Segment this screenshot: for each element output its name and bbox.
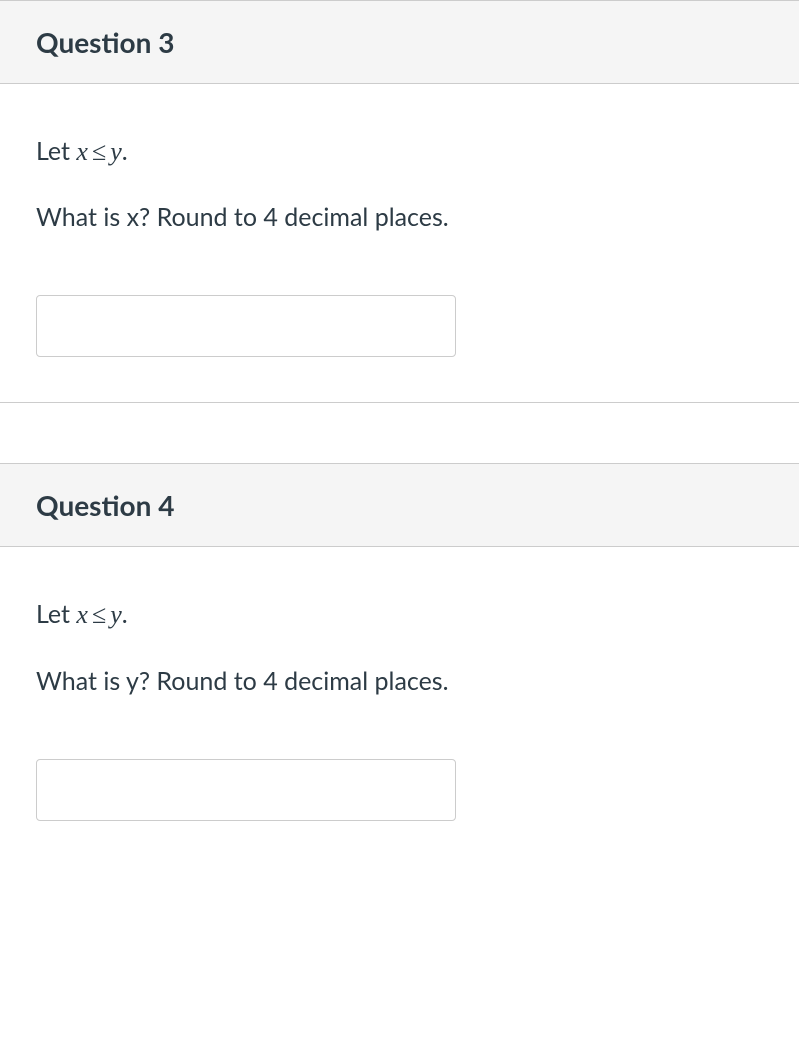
question-prompt: What is y? Round to 4 decimal places. (36, 664, 763, 699)
question-header: Question 4 (0, 463, 799, 547)
question-body: Let x≤y. What is x? Round to 4 decimal p… (0, 84, 799, 403)
math-var-x: x (76, 137, 88, 166)
question-title: Question 4 (36, 488, 763, 522)
math-op-leq: ≤ (88, 600, 110, 629)
question-prompt: What is x? Round to 4 decimal places. (36, 200, 763, 235)
let-statement: Let x≤y. (36, 134, 763, 170)
let-prefix: Let (36, 136, 76, 166)
math-op-leq: ≤ (88, 137, 110, 166)
answer-input[interactable] (36, 295, 456, 357)
let-suffix: . (122, 599, 128, 629)
question-block-4: Question 4 Let x≤y. What is y? Round to … (0, 463, 799, 865)
let-prefix: Let (36, 599, 76, 629)
question-header: Question 3 (0, 0, 799, 84)
let-suffix: . (122, 136, 128, 166)
let-statement: Let x≤y. (36, 597, 763, 633)
answer-input[interactable] (36, 759, 456, 821)
math-var-x: x (76, 600, 88, 629)
math-var-y: y (110, 600, 122, 629)
question-block-3: Question 3 Let x≤y. What is x? Round to … (0, 0, 799, 403)
question-body: Let x≤y. What is y? Round to 4 decimal p… (0, 547, 799, 865)
math-var-y: y (110, 137, 122, 166)
question-title: Question 3 (36, 25, 763, 59)
